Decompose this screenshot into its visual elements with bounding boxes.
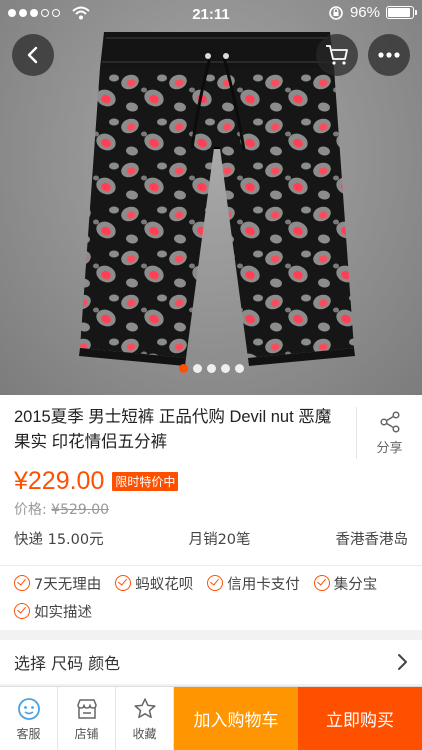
promo-badge: 限时特价中	[112, 472, 179, 491]
product-title: 2015夏季 男士短裤 正品代购 Devil nut 恶魔果实 印花情侣五分裤	[14, 408, 332, 451]
shipping-row: 快递 15.00元 月销20笔 香港香港岛	[14, 528, 408, 549]
shop-icon	[76, 698, 97, 719]
chevron-right-icon	[398, 654, 407, 670]
status-time: 21:11	[192, 5, 230, 23]
tab-label: 店铺	[74, 726, 99, 741]
original-price-value: ¥529.00	[51, 502, 110, 518]
check-circle-icon	[115, 575, 132, 591]
tab-label: 客服	[16, 726, 41, 741]
tab-favorite[interactable]: 收藏	[116, 687, 174, 750]
chevron-left-icon	[27, 46, 38, 64]
more-button[interactable]	[368, 34, 410, 76]
share-label: 分享	[376, 440, 403, 456]
battery-level	[388, 8, 410, 17]
bottom-action-bar: 客服 店铺 收藏 加入购物车 立即购买	[0, 686, 422, 750]
cart-button[interactable]	[316, 34, 358, 76]
battery-percent: 96%	[349, 4, 380, 21]
pager-dot[interactable]	[234, 364, 244, 373]
product-info: 2015夏季 男士短裤 正品代购 Devil nut 恶魔果实 印花情侣五分裤 …	[0, 395, 422, 565]
check-circle-icon	[313, 575, 330, 591]
product-image	[79, 32, 355, 366]
more-dots-icon	[378, 52, 400, 58]
service-item: 信用卡支付	[207, 572, 300, 594]
select-label: 选择 尺码 颜色	[14, 654, 121, 673]
service-item: 7天无理由	[14, 572, 101, 594]
customer-service-icon	[17, 697, 40, 720]
original-price-label: 价格:	[14, 502, 47, 518]
carousel-pager[interactable]	[0, 364, 422, 373]
share-icon	[379, 410, 400, 433]
status-bar: 21:11 96%	[0, 0, 422, 28]
check-circle-icon	[207, 575, 224, 591]
add-to-cart-button[interactable]: 加入购物车	[174, 687, 298, 750]
service-guarantees[interactable]: 7天无理由 蚂蚁花呗 信用卡支付 集分宝 如实描述	[0, 565, 422, 630]
battery-icon	[386, 6, 417, 19]
tab-shop[interactable]: 店铺	[58, 687, 116, 750]
wifi-icon	[72, 6, 90, 20]
share-button[interactable]: 分享	[356, 407, 422, 459]
service-item: 集分宝	[313, 572, 377, 594]
service-item: 蚂蚁花呗	[115, 572, 193, 594]
price-row: ¥229.00 限时特价中	[14, 467, 179, 496]
shipping-fee: 快递 15.00元	[14, 532, 104, 548]
service-item: 如实描述	[14, 600, 92, 622]
monthly-sales: 月销20笔	[188, 532, 251, 548]
back-button[interactable]	[12, 34, 54, 76]
rotation-lock-icon	[329, 5, 343, 20]
pager-dot[interactable]	[220, 364, 230, 373]
pager-dot[interactable]	[192, 364, 202, 373]
cart-icon	[326, 45, 348, 65]
product-image-carousel[interactable]: 21:11 96%	[0, 0, 422, 395]
check-circle-icon	[14, 575, 30, 591]
buy-now-button[interactable]: 立即购买	[298, 687, 422, 750]
check-circle-icon	[14, 603, 30, 619]
pager-dot[interactable]	[206, 364, 216, 373]
select-size-color[interactable]: 选择 尺码 颜色	[0, 640, 422, 684]
tab-label: 收藏	[132, 726, 157, 741]
current-price: ¥229.00	[14, 467, 105, 495]
signal-strength-icon	[8, 9, 60, 17]
tab-customer-service[interactable]: 客服	[0, 687, 58, 750]
original-price: 价格: ¥529.00	[14, 499, 109, 519]
star-icon	[133, 697, 156, 718]
pager-dot[interactable]	[178, 364, 188, 373]
ship-location: 香港香港岛	[335, 532, 408, 548]
